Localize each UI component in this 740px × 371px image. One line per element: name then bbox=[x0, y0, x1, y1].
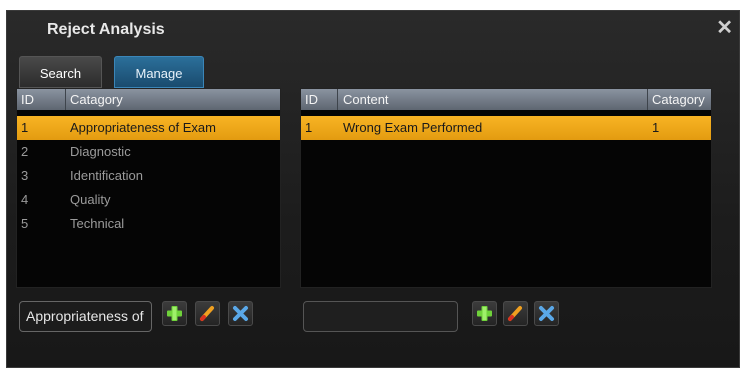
table-row[interactable]: 2 Diagnostic bbox=[17, 140, 280, 164]
row-category: Technical bbox=[70, 216, 125, 231]
row-id: 5 bbox=[21, 216, 29, 231]
table-row[interactable]: 4 Quality bbox=[17, 188, 280, 212]
row-id: 1 bbox=[21, 120, 29, 135]
delete-icon bbox=[233, 306, 248, 321]
row-content: Wrong Exam Performed bbox=[343, 120, 483, 135]
row-id: 4 bbox=[21, 192, 29, 207]
add-content-button[interactable] bbox=[472, 301, 497, 326]
content-field[interactable] bbox=[303, 301, 458, 332]
category-table-header: ID Catagory bbox=[17, 89, 280, 110]
add-icon bbox=[477, 306, 492, 321]
tab-manage[interactable]: Manage bbox=[114, 56, 204, 88]
category-name-field[interactable]: Appropriateness of bbox=[19, 301, 152, 332]
content-table: ID Content Catagory 1 Wrong Exam Perform… bbox=[300, 88, 712, 288]
table-row[interactable]: 1 Appropriateness of Exam bbox=[17, 116, 280, 140]
edit-category-button[interactable] bbox=[195, 301, 220, 326]
add-icon bbox=[167, 306, 182, 321]
close-icon[interactable]: ✕ bbox=[716, 15, 733, 40]
delete-category-button[interactable] bbox=[228, 301, 253, 326]
column-header-content[interactable]: Content bbox=[343, 92, 389, 107]
table-row[interactable]: 3 Identification bbox=[17, 164, 280, 188]
delete-content-button[interactable] bbox=[534, 301, 559, 326]
row-category: Identification bbox=[70, 168, 143, 183]
column-header-category[interactable]: Catagory bbox=[70, 92, 123, 107]
row-category: 1 bbox=[652, 120, 660, 135]
reject-analysis-dialog: Reject Analysis ✕ Search Manage ID Catag… bbox=[6, 10, 740, 368]
row-id: 1 bbox=[305, 120, 313, 135]
table-row[interactable]: 5 Technical bbox=[17, 212, 280, 236]
delete-icon bbox=[539, 306, 554, 321]
row-id: 2 bbox=[21, 144, 29, 159]
row-category: Diagnostic bbox=[70, 144, 131, 159]
edit-content-button[interactable] bbox=[503, 301, 528, 326]
column-header-id[interactable]: ID bbox=[21, 92, 34, 107]
row-category: Quality bbox=[70, 192, 111, 207]
category-table: ID Catagory 1 Appropriateness of Exam 2 … bbox=[16, 88, 281, 288]
add-category-button[interactable] bbox=[162, 301, 187, 326]
content-table-header: ID Content Catagory bbox=[301, 89, 711, 110]
edit-icon bbox=[508, 306, 522, 321]
row-id: 3 bbox=[21, 168, 29, 183]
edit-icon bbox=[200, 306, 214, 321]
dialog-title: Reject Analysis bbox=[47, 21, 165, 38]
tab-search[interactable]: Search bbox=[19, 56, 102, 88]
column-header-category[interactable]: Catagory bbox=[652, 92, 705, 107]
row-category: Appropriateness of Exam bbox=[70, 120, 216, 135]
column-header-id[interactable]: ID bbox=[305, 92, 318, 107]
table-row[interactable]: 1 Wrong Exam Performed 1 bbox=[301, 116, 711, 140]
